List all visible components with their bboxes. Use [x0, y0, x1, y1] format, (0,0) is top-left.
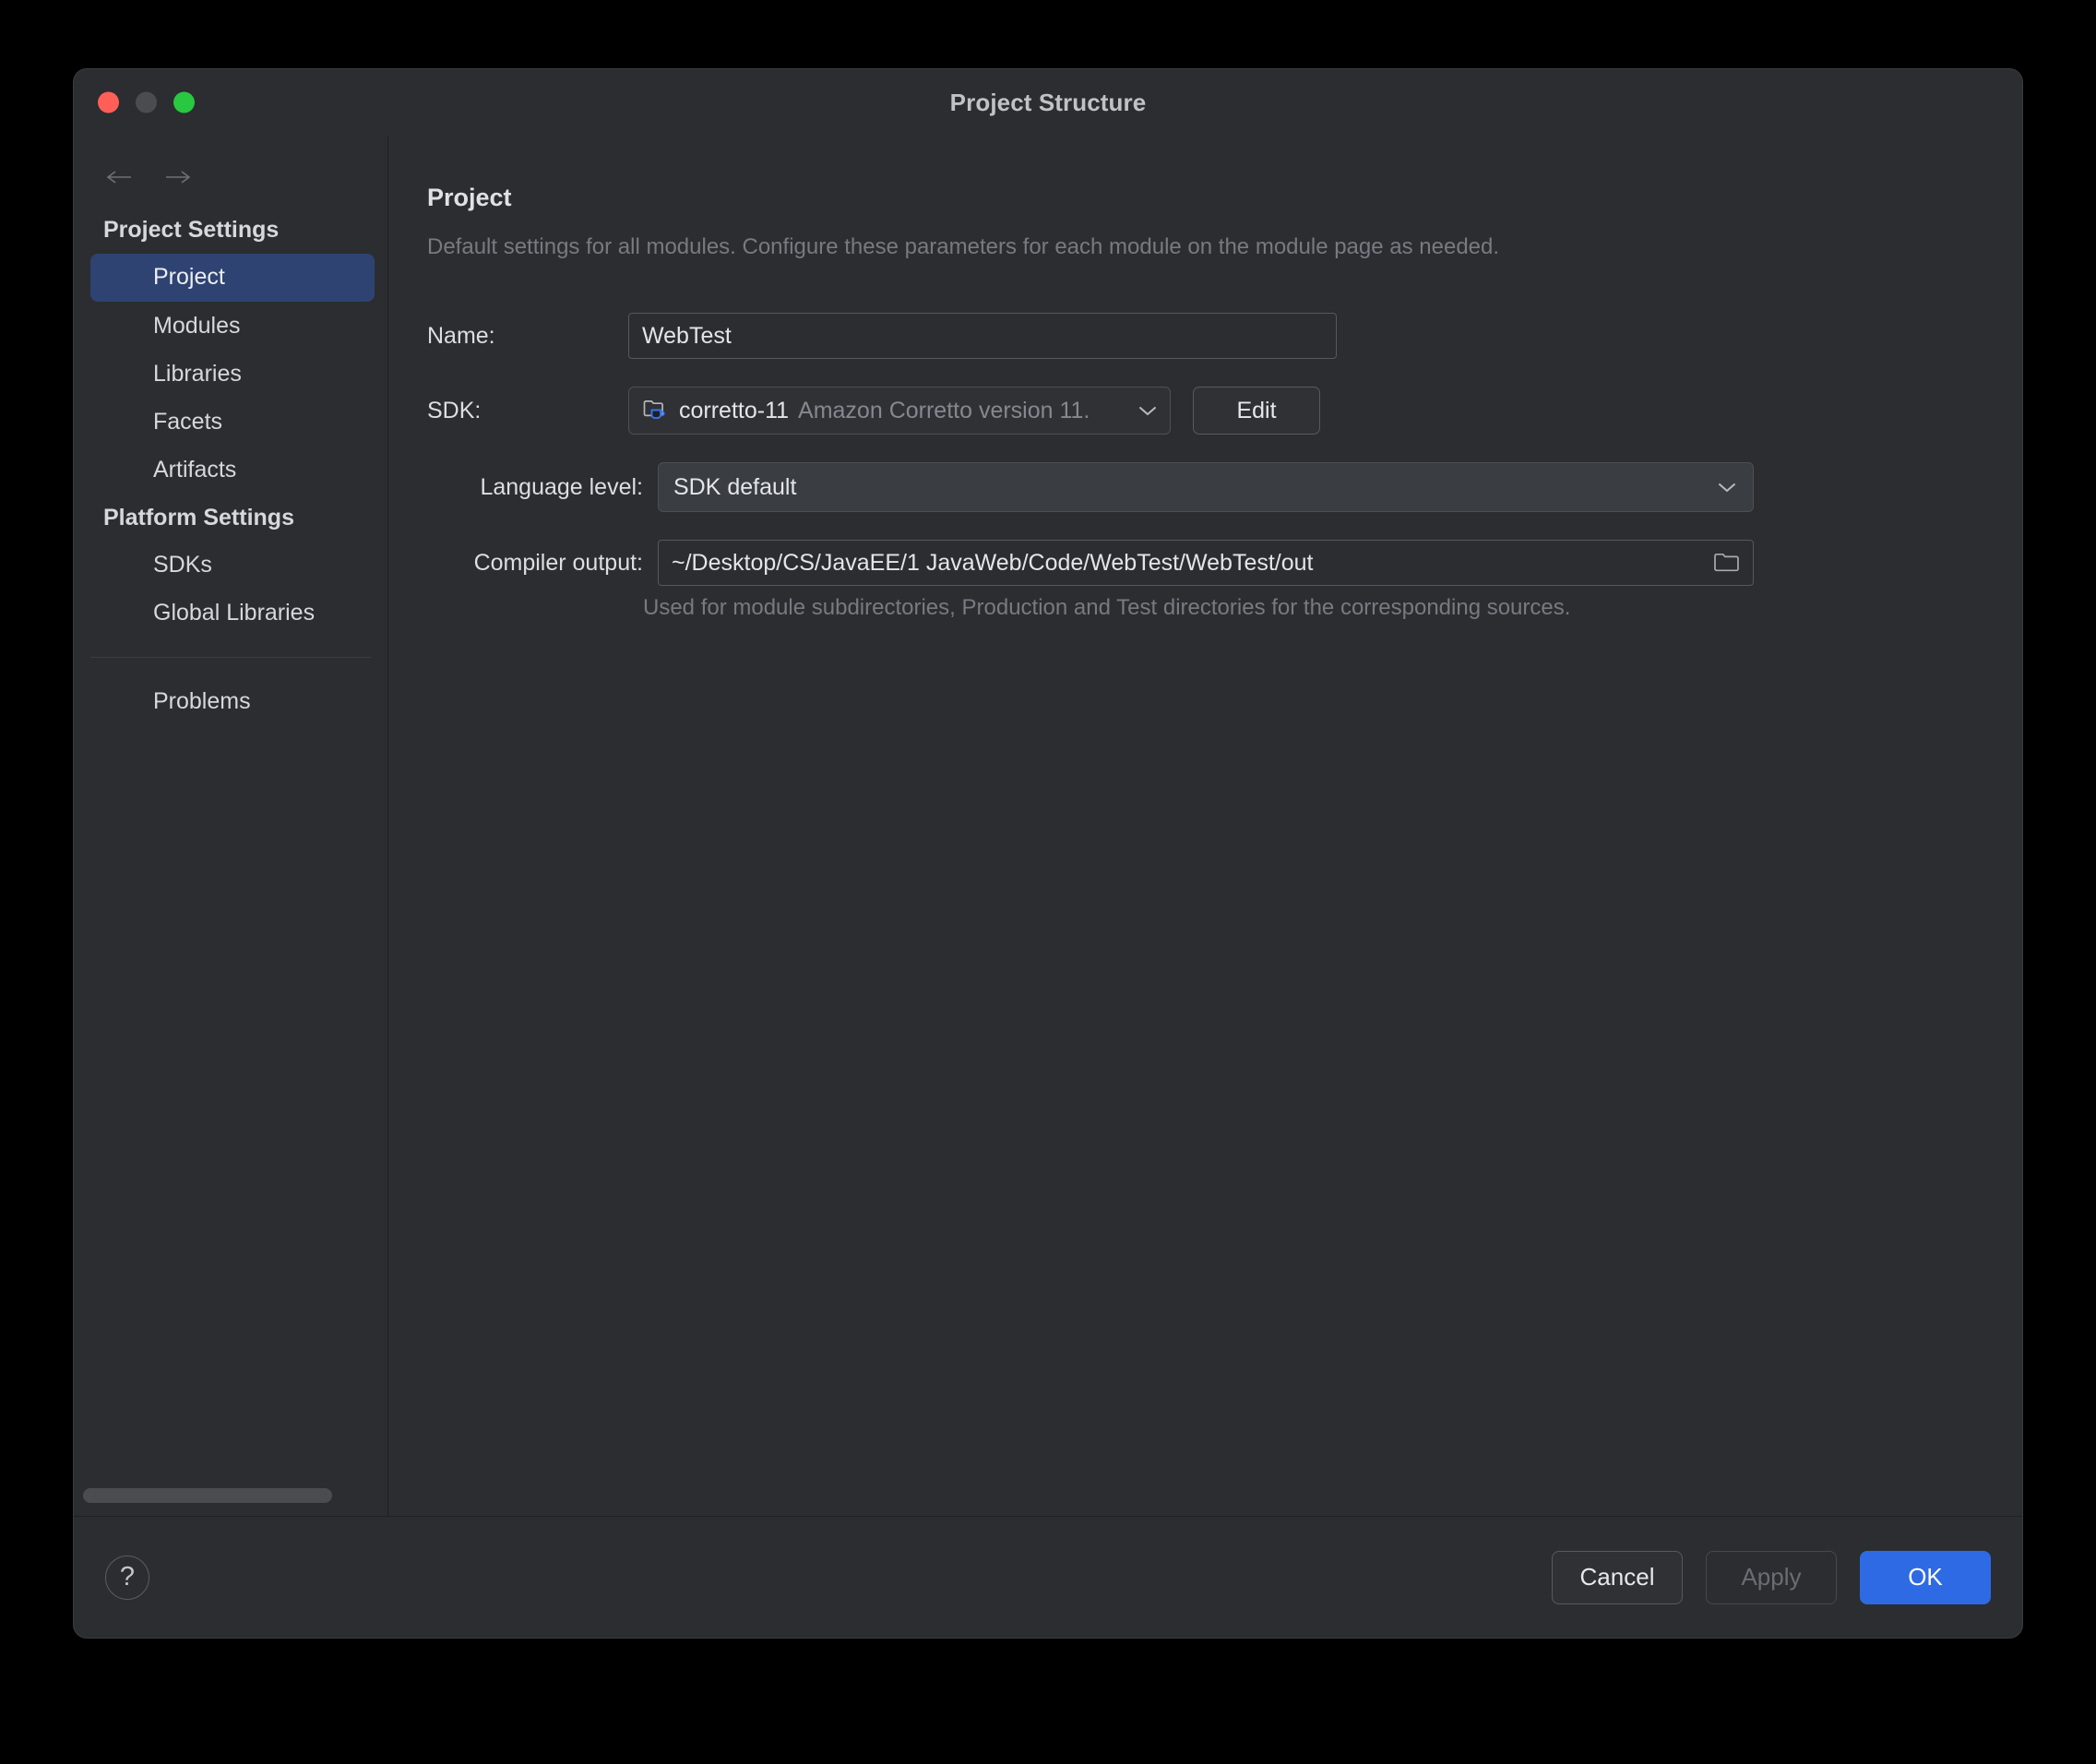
minimize-button[interactable] — [136, 92, 157, 113]
sdk-value: corretto-11 — [679, 398, 789, 424]
window-title: Project Structure — [950, 89, 1147, 117]
language-level-select[interactable]: SDK default — [658, 462, 1754, 512]
traffic-lights — [98, 92, 195, 113]
language-level-label: Language level: — [427, 473, 658, 501]
sdk-detail: Amazon Corretto version 11. — [798, 398, 1127, 424]
compiler-output-label: Compiler output: — [427, 549, 658, 577]
sidebar-group-project-settings: Project Settings — [74, 208, 387, 253]
sdk-row: SDK: corretto-11 Amazon Corretto version… — [427, 387, 1971, 435]
arrow-right-icon[interactable] — [162, 161, 194, 193]
sidebar-item-libraries[interactable]: Libraries — [90, 351, 375, 398]
edit-sdk-button[interactable]: Edit — [1193, 387, 1320, 435]
sidebar-item-problems[interactable]: Problems — [90, 678, 375, 725]
sidebar: Project Settings Project Modules Librari… — [74, 136, 388, 1516]
nav-arrows — [74, 136, 387, 202]
dialog-body: Project Settings Project Modules Librari… — [74, 136, 2022, 1516]
sdk-label: SDK: — [427, 397, 628, 424]
arrow-left-icon[interactable] — [103, 161, 135, 193]
name-input[interactable]: WebTest — [628, 313, 1337, 359]
chevron-down-icon — [1716, 480, 1738, 495]
sidebar-item-modules[interactable]: Modules — [90, 303, 375, 350]
compiler-output-input[interactable]: ~/Desktop/CS/JavaEE/1 JavaWeb/Code/WebTe… — [658, 540, 1754, 586]
project-structure-dialog: Project Structure Project Settings Pr — [74, 69, 2022, 1638]
sidebar-item-facets[interactable]: Facets — [90, 399, 375, 446]
page-title: Project — [427, 184, 1971, 212]
close-button[interactable] — [98, 92, 119, 113]
compiler-output-value: ~/Desktop/CS/JavaEE/1 JavaWeb/Code/WebTe… — [672, 550, 1703, 577]
name-label: Name: — [427, 322, 628, 350]
compiler-output-helper: Used for module subdirectories, Producti… — [643, 593, 1971, 622]
help-button[interactable]: ? — [105, 1555, 149, 1600]
sidebar-item-global-libraries[interactable]: Global Libraries — [90, 590, 375, 637]
apply-button[interactable]: Apply — [1706, 1551, 1837, 1604]
language-level-value: SDK default — [673, 474, 1716, 501]
compiler-output-row: Compiler output: ~/Desktop/CS/JavaEE/1 J… — [427, 540, 1971, 586]
name-row: Name: WebTest — [427, 313, 1971, 359]
maximize-button[interactable] — [173, 92, 195, 113]
folder-java-sdk-icon — [642, 398, 670, 423]
cancel-button[interactable]: Cancel — [1552, 1551, 1683, 1604]
chevron-down-icon — [1137, 403, 1159, 418]
sidebar-divider — [90, 657, 371, 658]
sidebar-item-project[interactable]: Project — [90, 254, 375, 301]
sidebar-item-artifacts[interactable]: Artifacts — [90, 447, 375, 494]
main-content: Project Default settings for all modules… — [388, 136, 2022, 1516]
sidebar-nav-list: Project Settings Project Modules Librari… — [74, 202, 387, 727]
sdk-select[interactable]: corretto-11 Amazon Corretto version 11. — [628, 387, 1171, 435]
sidebar-group-platform-settings: Platform Settings — [74, 495, 387, 541]
dialog-footer: ? Cancel Apply OK — [74, 1516, 2022, 1638]
folder-icon[interactable] — [1712, 551, 1740, 575]
ok-button[interactable]: OK — [1860, 1551, 1991, 1604]
sidebar-horizontal-scrollbar[interactable] — [83, 1488, 332, 1503]
sidebar-item-sdks[interactable]: SDKs — [90, 542, 375, 589]
footer-buttons: Cancel Apply OK — [1552, 1551, 1991, 1604]
page-description: Default settings for all modules. Config… — [427, 232, 1971, 261]
title-bar: Project Structure — [74, 69, 2022, 136]
language-level-row: Language level: SDK default — [427, 462, 1971, 512]
